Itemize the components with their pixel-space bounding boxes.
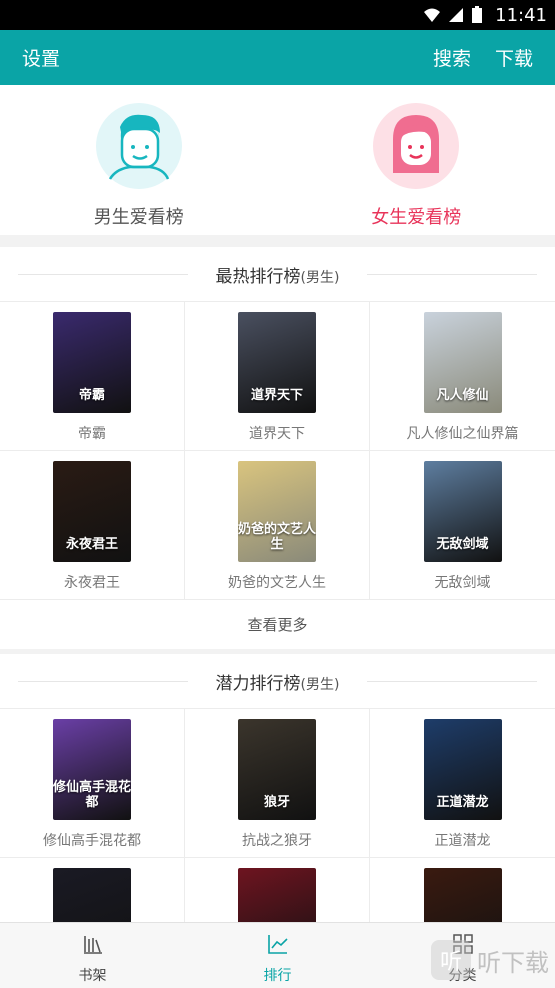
female-ranking-button[interactable]: 女生爱看榜 (278, 85, 555, 235)
book-title: 永夜君王 (64, 575, 120, 591)
book-cover (423, 868, 502, 922)
section-title: 最热排行榜(男生) (205, 261, 350, 287)
book-cover: 无敌剑域 (423, 461, 502, 562)
book-title: 道界天下 (249, 426, 305, 442)
book-title: 无敌剑域 (434, 575, 491, 591)
gender-ranking-panel: 男生爱看榜 女生爱看榜 (0, 85, 555, 235)
book-cover-title: 修仙高手混花都 (53, 780, 131, 810)
settings-button[interactable]: 设置 (22, 44, 60, 71)
boy-avatar-icon (95, 103, 182, 189)
book-item[interactable]: 绝对交易 (0, 857, 185, 922)
divider (367, 274, 537, 275)
book-cover: 奶爸的文艺人生 (238, 461, 316, 562)
watermark-text: 听下载 (477, 948, 549, 977)
tab-label: 书架 (78, 968, 107, 984)
book-title: 奶爸的文艺人生 (228, 575, 326, 591)
book-cover-title: 奶爸的文艺人生 (238, 522, 316, 552)
search-button[interactable]: 搜索 (433, 44, 471, 71)
book-cover-title: 狼牙 (263, 794, 290, 810)
chart-icon (267, 933, 289, 959)
book-item[interactable]: 无敌剑域 无敌剑域 (370, 450, 555, 599)
watermark-badge: 听 (431, 940, 471, 980)
tab-ranking[interactable]: 排行 (185, 923, 370, 988)
book-item[interactable] (185, 857, 370, 922)
female-ranking-label: 女生爱看榜 (371, 207, 462, 228)
book-item[interactable]: 凡人修仙凡人修仙之仙界篇 (370, 301, 555, 450)
book-grid: 帝霸 帝霸 道界天下 道界天下 凡人修仙 凡人修仙之仙界篇 永夜君王 永夜君王 奶爸的文艺人生奶… (0, 301, 555, 599)
download-button[interactable]: 下载 (495, 44, 533, 71)
book-item[interactable] (370, 857, 555, 922)
book-cover: 正道潜龙 (423, 719, 502, 820)
girl-avatar-icon (373, 103, 460, 189)
potential-ranking-section: 潜力排行榜(男生) 修仙高手混花都修仙高手混花都狼牙抗战之狼牙正道潜龙正道潜龙绝… (0, 654, 555, 922)
section-header: 最热排行榜(男生) (0, 247, 555, 301)
book-title: 修仙高手混花都 (43, 833, 141, 849)
book-title: 抗战之狼牙 (242, 833, 312, 849)
top-bar: 设置 搜索 下载 (0, 30, 555, 85)
book-cover-title: 凡人修仙 (436, 387, 489, 403)
book-item[interactable]: 狼牙 抗战之狼牙 (185, 708, 370, 857)
status-bar: 11:41 (0, 0, 555, 30)
tab-label: 排行 (263, 968, 292, 984)
view-more-button[interactable]: 查看更多 (0, 599, 555, 649)
divider (18, 274, 188, 275)
book-cover-title: 无敌剑域 (436, 536, 489, 552)
book-cover: 修仙高手混花都 (53, 719, 131, 820)
book-item[interactable]: 修仙高手混花都 修仙高手混花都 (0, 708, 185, 857)
book-cover: 帝霸 (53, 312, 131, 413)
book-item[interactable]: 帝霸 帝霸 (0, 301, 185, 450)
book-cover: 道界天下 (238, 312, 316, 413)
book-title: 正道潜龙 (434, 833, 491, 849)
book-cover: 狼牙 (238, 719, 316, 820)
book-cover: 永夜君王 (53, 461, 131, 562)
book-cover (238, 868, 316, 922)
book-grid: 修仙高手混花都修仙高手混花都狼牙抗战之狼牙正道潜龙正道潜龙绝对交易 (0, 708, 555, 922)
battery-icon (471, 6, 489, 24)
hot-ranking-section: 最热排行榜(男生) 帝霸 帝霸 道界天下 道界天下 凡人修仙 凡人修仙之仙界篇 永夜君王 永夜… (0, 247, 555, 649)
book-cover-title: 道界天下 (250, 387, 303, 403)
book-cover-title: 帝霸 (78, 387, 105, 403)
watermark: 听 听下载 (431, 940, 549, 980)
book-cover-title: 正道潜龙 (436, 794, 489, 810)
book-item[interactable]: 正道潜龙 正道潜龙 (370, 708, 555, 857)
book-cover-title: 永夜君王 (65, 536, 118, 552)
book-cover: 绝对交易 (53, 868, 131, 922)
book-title: 帝霸 (78, 426, 106, 442)
book-item[interactable]: 永夜君王 永夜君王 (0, 450, 185, 599)
book-item[interactable]: 道界天下 道界天下 (185, 301, 370, 450)
signal-icon (447, 6, 465, 24)
divider (18, 681, 188, 682)
male-ranking-button[interactable]: 男生爱看榜 (0, 85, 278, 235)
book-cover: 凡人修仙 (423, 312, 502, 413)
status-time: 11:41 (495, 4, 547, 26)
section-header: 潜力排行榜(男生) (0, 654, 555, 708)
book-item[interactable]: 奶爸的文艺人生 奶爸的文艺人生 (185, 450, 370, 599)
divider (367, 681, 537, 682)
section-title: 潜力排行榜(男生) (205, 668, 350, 694)
book-title: 凡人修仙之仙界篇 (406, 426, 519, 442)
male-ranking-label: 男生爱看榜 (93, 207, 184, 228)
shelf-icon (82, 933, 104, 959)
wifi-icon (423, 6, 441, 24)
tab-bookshelf[interactable]: 书架 (0, 923, 185, 988)
